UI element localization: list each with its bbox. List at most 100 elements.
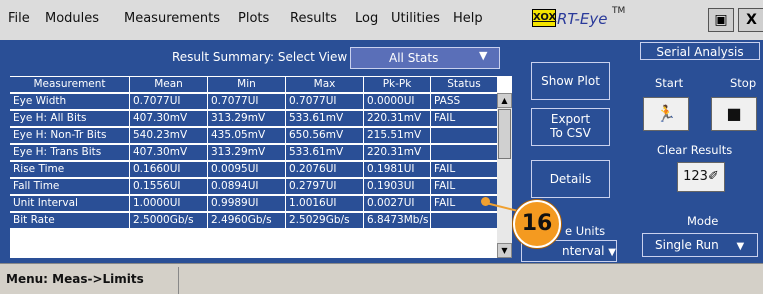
details-button[interactable]: Details: [531, 160, 610, 198]
cell-max: 650.56mV: [286, 128, 363, 143]
menu-file[interactable]: File: [8, 11, 30, 26]
cell-pkpk: 220.31mV: [364, 145, 430, 160]
cell-measurement: Unit Interval: [10, 196, 129, 211]
cell-status: FAIL: [431, 162, 497, 177]
cell-min: 2.4960Gb/s: [208, 213, 285, 228]
column-header-mean[interactable]: Mean: [130, 77, 207, 92]
column-header-status[interactable]: Status: [431, 77, 497, 92]
show-plot-button[interactable]: Show Plot: [531, 62, 610, 100]
table-scrollbar[interactable]: ▲ ▼: [497, 93, 512, 258]
column-header-min[interactable]: Min: [208, 77, 285, 92]
restore-button[interactable]: ▣: [708, 8, 734, 32]
table-row[interactable]: Eye H: All Bits 407.30mV 313.29mV 533.61mV 2…: [10, 110, 497, 127]
cell-min: 0.0095UI: [208, 162, 285, 177]
cell-status: PASS: [431, 94, 497, 109]
cell-mean: 0.7077UI: [130, 94, 207, 109]
eraser-icon: 123✐: [683, 169, 719, 184]
results-table: Measurement Mean Min Max Pk-Pk Status Ey…: [10, 76, 512, 258]
menu-utilities[interactable]: Utilities: [391, 11, 440, 26]
cell-mean: 0.1556UI: [130, 179, 207, 194]
cell-max: 0.2797UI: [286, 179, 363, 194]
export-label-line1: Export: [550, 112, 591, 126]
menu-log[interactable]: Log: [355, 11, 378, 26]
cell-measurement: Eye H: Trans Bits: [10, 145, 129, 160]
app-logo-badge: XOX: [532, 9, 556, 27]
cell-measurement: Eye Width: [10, 94, 129, 109]
cell-mean: 407.30mV: [130, 111, 207, 126]
cell-status: [431, 213, 497, 228]
cell-mean: 540.23mV: [130, 128, 207, 143]
units-select-value: nterval: [562, 244, 605, 258]
column-header-pkpk[interactable]: Pk-Pk: [364, 77, 430, 92]
cell-status: [431, 145, 497, 160]
cell-pkpk: 0.0027UI: [364, 196, 430, 211]
table-row[interactable]: Bit Rate 2.5000Gb/s 2.4960Gb/s 2.5029Gb/s 6.…: [10, 212, 497, 229]
cell-max: 0.7077UI: [286, 94, 363, 109]
dropdown-arrow-icon: ▼: [736, 241, 745, 252]
export-csv-button[interactable]: Export To CSV: [531, 108, 610, 146]
cell-pkpk: 220.31mV: [364, 111, 430, 126]
cell-min: 0.0894UI: [208, 179, 285, 194]
view-select[interactable]: All Stats ▼: [350, 47, 500, 69]
scroll-thumb[interactable]: [498, 109, 511, 159]
cell-measurement: Bit Rate: [10, 213, 129, 228]
cell-measurement: Rise Time: [10, 162, 129, 177]
stop-square-icon: ■: [726, 104, 742, 123]
cell-mean: 2.5000Gb/s: [130, 213, 207, 228]
app-logo-name: RT-Eye: [557, 10, 608, 28]
cell-measurement: Eye H: All Bits: [10, 111, 129, 126]
table-header-row: Measurement Mean Min Max Pk-Pk Status: [10, 76, 497, 93]
cell-status: [431, 128, 497, 143]
export-label-line2: To CSV: [550, 126, 591, 140]
menu-bar: File Modules Measurements Plots Results …: [0, 0, 763, 41]
mode-select-value: Single Run: [655, 238, 719, 252]
cell-measurement: Eye H: Non-Tr Bits: [10, 128, 129, 143]
start-label: Start: [655, 76, 684, 90]
cell-pkpk: 0.1903UI: [364, 179, 430, 194]
stop-label: Stop: [730, 76, 757, 90]
clear-results-button[interactable]: 123✐: [677, 162, 725, 192]
status-message-area: [178, 267, 763, 294]
view-select-value: All Stats: [389, 51, 439, 65]
cell-max: 0.2076UI: [286, 162, 363, 177]
scroll-down-icon[interactable]: ▼: [497, 243, 512, 258]
units-label: e Units: [565, 224, 606, 238]
stop-button[interactable]: ■: [711, 97, 757, 131]
cell-mean: 407.30mV: [130, 145, 207, 160]
table-row[interactable]: Fall Time 0.1556UI 0.0894UI 0.2797UI 0.1903U…: [10, 178, 497, 195]
close-button[interactable]: X: [738, 8, 763, 32]
table-row[interactable]: Unit Interval 1.0000UI 0.9989UI 1.0016UI 0.0…: [10, 195, 497, 212]
menu-plots[interactable]: Plots: [238, 11, 269, 26]
cell-pkpk: 6.8473Mb/s: [364, 213, 430, 228]
menu-results[interactable]: Results: [290, 11, 337, 26]
cell-pkpk: 0.1981UI: [364, 162, 430, 177]
table-row[interactable]: Rise Time 0.1660UI 0.0095UI 0.2076UI 0.1981U…: [10, 161, 497, 178]
cell-max: 2.5029Gb/s: [286, 213, 363, 228]
column-header-max[interactable]: Max: [286, 77, 363, 92]
table-row[interactable]: Eye Width 0.7077UI 0.7077UI 0.7077UI 0.0000U…: [10, 93, 497, 110]
cell-max: 533.61mV: [286, 145, 363, 160]
callout-number: 16: [513, 200, 561, 248]
cell-pkpk: 0.0000UI: [364, 94, 430, 109]
cell-mean: 0.1660UI: [130, 162, 207, 177]
table-row[interactable]: Eye H: Trans Bits 407.30mV 313.29mV 533.61m…: [10, 144, 497, 161]
cell-status: FAIL: [431, 179, 497, 194]
start-button[interactable]: 🏃: [643, 97, 689, 131]
cell-min: 313.29mV: [208, 145, 285, 160]
scroll-up-icon[interactable]: ▲: [497, 93, 512, 108]
cell-min: 435.05mV: [208, 128, 285, 143]
clear-results-label: Clear Results: [657, 143, 733, 157]
menu-help[interactable]: Help: [453, 11, 483, 26]
menu-measurements[interactable]: Measurements: [124, 11, 220, 26]
cell-pkpk: 215.51mV: [364, 128, 430, 143]
table-row[interactable]: Eye H: Non-Tr Bits 540.23mV 435.05mV 650.56…: [10, 127, 497, 144]
column-header-measurement[interactable]: Measurement: [10, 77, 129, 92]
menu-modules[interactable]: Modules: [45, 11, 99, 26]
cell-status: FAIL: [431, 111, 497, 126]
cell-max: 1.0016UI: [286, 196, 363, 211]
mode-select[interactable]: Single Run ▼: [642, 233, 758, 257]
cell-measurement: Fall Time: [10, 179, 129, 194]
cell-min: 0.7077UI: [208, 94, 285, 109]
serial-analysis-title: Serial Analysis: [640, 42, 760, 60]
app-logo-tm: TM: [612, 6, 626, 16]
